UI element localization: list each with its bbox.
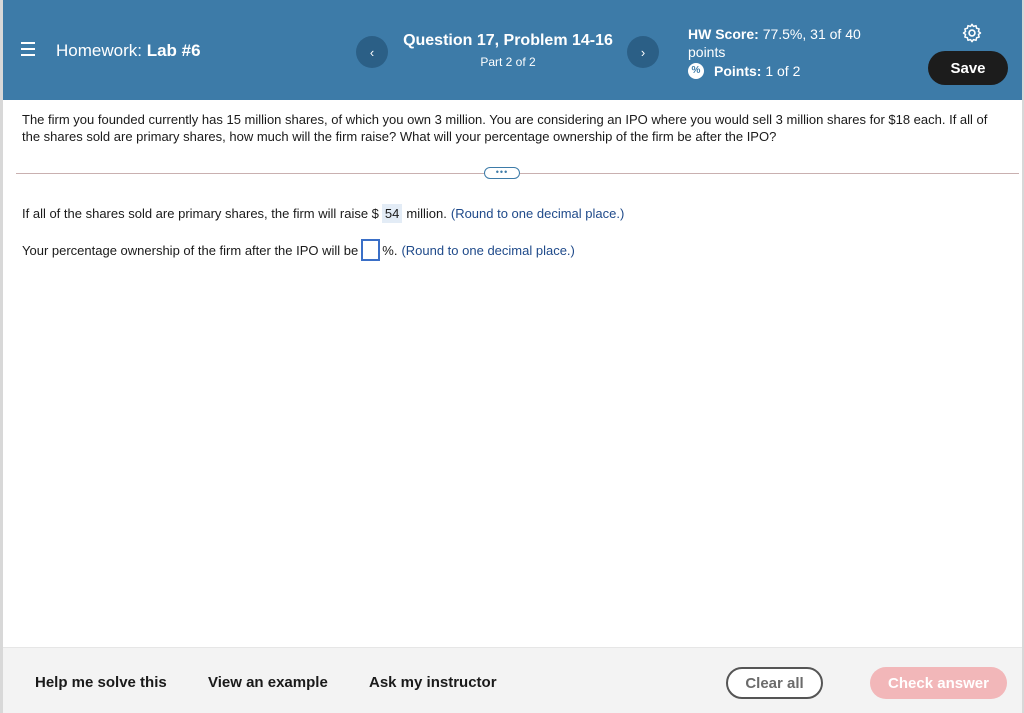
answer-ownership-hint: (Round to one decimal place.) [401,242,575,258]
hw-score-value: 77.5%, 31 of 40 [762,26,861,42]
answer-raise-field[interactable]: 54 [381,204,403,223]
check-answer-button[interactable]: Check answer [870,667,1007,699]
gear-icon[interactable] [961,22,983,44]
answer-raise-hint: (Round to one decimal place.) [450,206,625,221]
points-label: Points: [714,63,762,79]
help-me-solve-link[interactable]: Help me solve this [35,674,167,691]
hw-score-suffix: points [688,44,726,60]
view-example-link[interactable]: View an example [208,674,328,691]
answer-ownership-suffix: %. [382,242,398,258]
question-part: Part 2 of 2 [480,55,536,69]
previous-question-button[interactable]: ‹ [356,36,388,68]
save-button[interactable]: Save [928,51,1008,85]
score-summary: HW Score: 77.5%, 31 of 40 points % Point… [688,25,908,80]
hw-score-label: HW Score: [688,26,759,42]
question-points: % Points: 1 of 2 [688,62,908,80]
chevron-left-icon: ‹ [369,44,375,60]
answer-raise-prefix: If all of the shares sold are primary sh… [22,206,379,221]
chevron-right-icon: › [640,44,646,60]
points-value: 1 of 2 [765,63,801,79]
answer-line-raise: If all of the shares sold are primary sh… [22,204,624,223]
hw-score: HW Score: 77.5%, 31 of 40 [688,25,908,43]
bottom-toolbar: Help me solve this View an example Ask m… [3,647,1022,713]
next-question-button[interactable]: › [627,36,659,68]
homework-title-prefix: Homework: [56,41,142,60]
expand-more-button[interactable]: ••• [484,167,520,179]
homework-title-name: Lab #6 [146,41,201,60]
clear-all-button[interactable]: Clear all [726,667,823,699]
question-title: Question 17, Problem 14-16 [403,32,613,49]
top-bar: Homework: Lab #6 ‹ Question 17, Problem … [3,0,1022,100]
question-text: The firm you founded currently has 15 mi… [22,112,988,144]
page: Homework: Lab #6 ‹ Question 17, Problem … [0,0,1024,713]
answer-ownership-prefix: Your percentage ownership of the firm af… [22,242,359,258]
question-indicator: Question 17, Problem 14-16 Part 2 of 2 [393,32,623,69]
homework-title: Homework: Lab #6 [56,41,201,61]
ask-instructor-link[interactable]: Ask my instructor [369,674,497,691]
answer-raise-suffix: million. [406,206,447,221]
hamburger-menu-icon[interactable] [21,42,35,56]
partial-credit-icon: % [688,63,704,79]
answer-ownership-input[interactable] [361,239,381,261]
answer-line-ownership: Your percentage ownership of the firm af… [22,239,575,261]
